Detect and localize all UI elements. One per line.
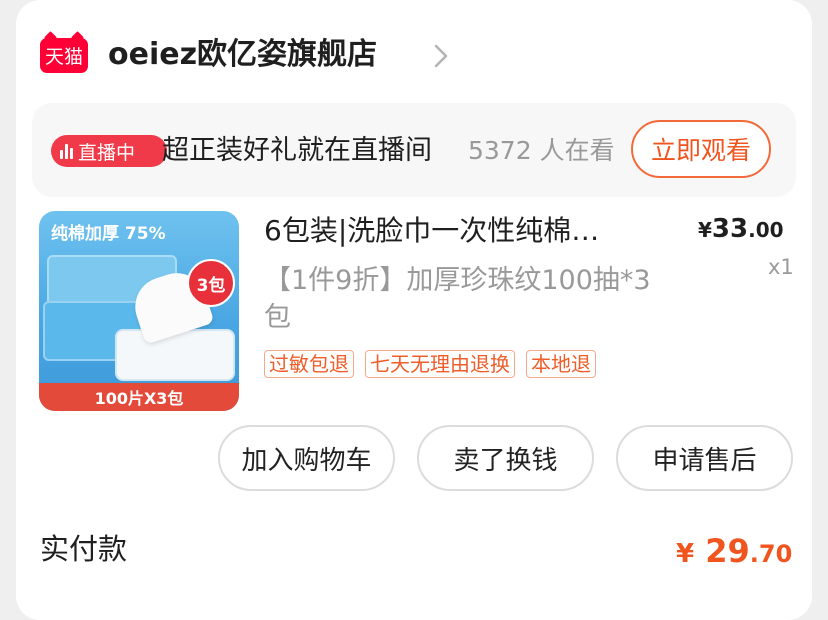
tmall-logo: 天猫: [40, 31, 88, 73]
product-image[interactable]: 纯棉加厚 75% 3包 100片X3包: [39, 211, 239, 411]
live-bars-icon: [60, 143, 73, 159]
tag-seven-day-return: 七天无理由退换: [365, 350, 515, 378]
price-integer: 33: [711, 214, 749, 244]
paid-decimal: .70: [749, 540, 793, 568]
paid-amount: ¥ 29.70: [676, 527, 792, 578]
live-badge: 直播中: [51, 135, 167, 167]
thumb-footer: 100片X3包: [39, 383, 239, 411]
price-decimal: .00: [748, 218, 784, 242]
product-subtitle: 【1件9折】加厚珍珠纹100抽*3包: [264, 265, 651, 333]
live-badge-label: 直播中: [78, 141, 136, 164]
after-sale-button[interactable]: 申请售后: [616, 425, 793, 491]
product-price: ¥33.00: [698, 208, 784, 251]
paid-amount-label: 实付款: [40, 532, 128, 566]
thumb-banner: 纯棉加厚 75%: [51, 224, 166, 244]
tissue-pack-front: [115, 329, 235, 381]
live-promo-text: 超正装好礼就在直播间: [162, 135, 432, 166]
price-currency: ¥: [698, 218, 712, 242]
tmall-logo-text: 天猫: [44, 46, 83, 68]
viewer-count: 5372 人在看: [468, 136, 615, 165]
watch-now-button[interactable]: 立即观看: [631, 120, 771, 178]
tag-allergy-return: 过敏包退: [264, 350, 354, 378]
paid-currency: ¥: [676, 539, 695, 569]
tag-local-return: 本地退: [526, 350, 596, 378]
paid-integer: 29: [705, 532, 750, 570]
service-tags: 过敏包退 七天无理由退换 本地退: [264, 350, 596, 378]
product-quantity: x1: [768, 255, 794, 279]
store-name[interactable]: oeiez欧亿姿旗舰店: [108, 34, 377, 76]
add-to-cart-button[interactable]: 加入购物车: [218, 425, 395, 491]
chevron-right-icon[interactable]: [430, 43, 452, 69]
product-title[interactable]: 6包装|洗脸巾一次性纯棉…: [264, 210, 599, 252]
resell-button[interactable]: 卖了换钱: [417, 425, 594, 491]
pack-count-badge: 3包: [187, 259, 235, 307]
